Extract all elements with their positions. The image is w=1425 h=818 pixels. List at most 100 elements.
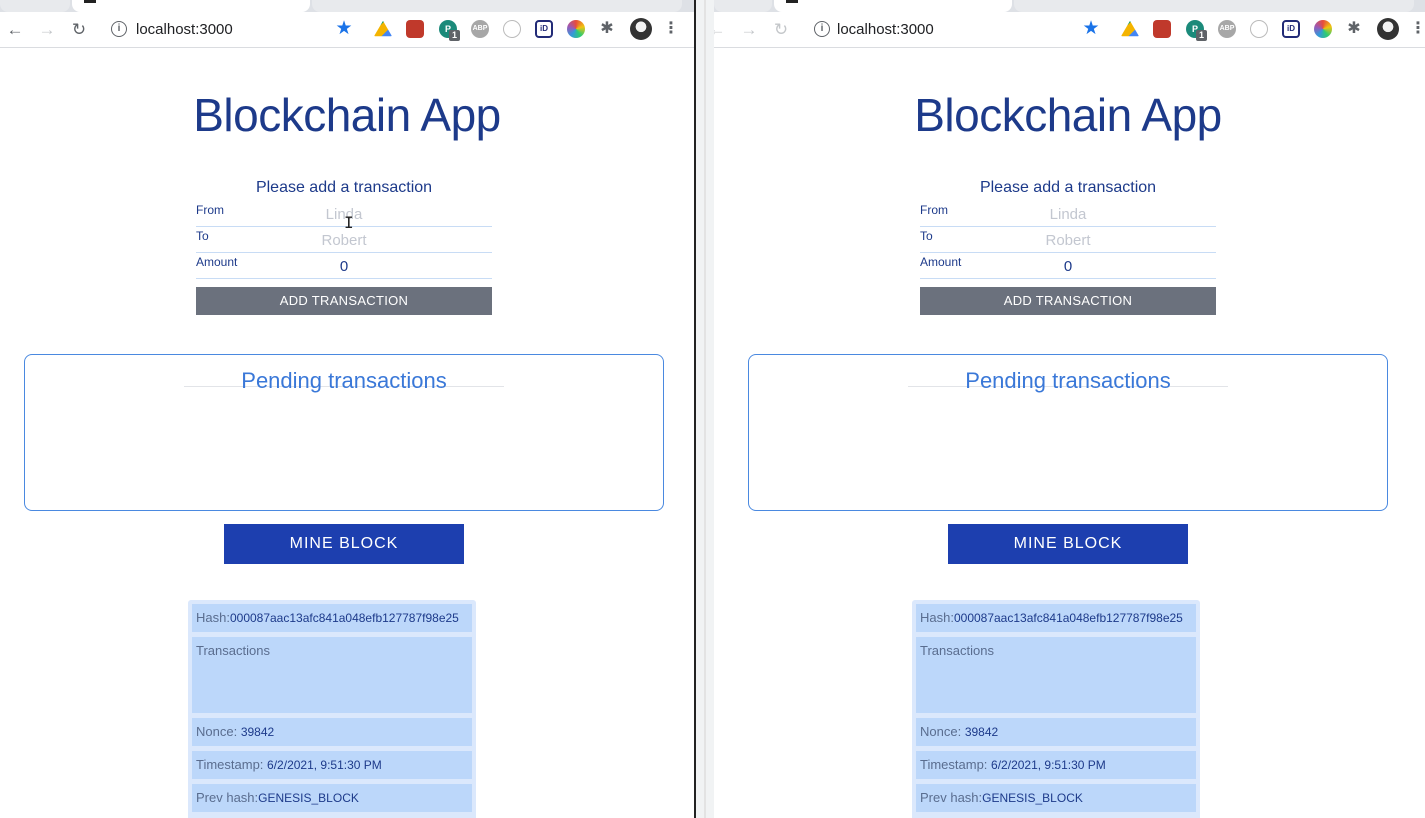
color-wheel-icon[interactable] <box>1314 20 1332 38</box>
prev-hash-row: Prev hash:GENESIS_BLOCK <box>192 784 472 812</box>
nonce-value: 39842 <box>240 725 275 739</box>
mine-block-button[interactable]: MINE BLOCK <box>224 524 464 564</box>
tab-strip <box>0 0 694 12</box>
tab-favicon-icon <box>786 0 798 3</box>
amount-input[interactable]: 0 <box>920 258 1216 275</box>
amount-input[interactable]: 0 <box>196 258 492 275</box>
tab-inactive[interactable] <box>1014 0 1414 12</box>
id-extension-icon[interactable]: iD <box>535 20 553 38</box>
to-field[interactable]: To Robert <box>920 227 1216 253</box>
id-extension-icon[interactable]: iD <box>1282 20 1300 38</box>
prev-hash-label: Prev hash: <box>196 790 259 805</box>
google-drive-icon[interactable] <box>374 20 392 37</box>
form-heading: Please add a transaction <box>255 179 433 196</box>
address-bar[interactable]: localhost:3000 <box>136 21 233 38</box>
nonce-label: Nonce: <box>920 724 962 739</box>
google-drive-icon[interactable] <box>1121 20 1139 37</box>
app-page: Blockchain App Please add a transaction … <box>0 48 694 818</box>
site-info-icon[interactable]: i <box>814 21 830 37</box>
amount-field[interactable]: Amount 0 <box>196 253 492 279</box>
screen: ← → ↻ i localhost:3000 ★ P 1 ABP iD ✱ ⋮ Blockc… <box>0 0 1425 818</box>
kebab-menu-icon[interactable]: ⋮ <box>663 20 679 38</box>
avatar-icon[interactable] <box>630 18 652 40</box>
hash-value: 000087aac13afc841a048efb127787f98e25 <box>953 611 1183 625</box>
to-input[interactable]: Robert <box>196 232 492 249</box>
hash-row: Hash:000087aac13afc841a048efb127787f98e2… <box>192 604 472 632</box>
browser-window-right: ← → ↻ i localhost:3000 ★ P 1 ABP iD ✱ ⋮ Blockc… <box>714 0 1425 818</box>
transaction-form: Please add a transaction From Linda To R… <box>908 179 1228 387</box>
app-title: Blockchain App <box>914 89 1222 141</box>
text-cursor-icon: I <box>344 213 354 232</box>
adblock-icon[interactable]: ABP <box>1218 20 1236 38</box>
pending-transactions-panel: Pending transactions <box>24 354 664 511</box>
prev-hash-value: GENESIS_BLOCK <box>258 791 359 805</box>
avatar-icon[interactable] <box>1377 18 1399 40</box>
hash-row: Hash:000087aac13afc841a048efb127787f98e2… <box>916 604 1196 632</box>
pending-transactions-title: Pending transactions <box>965 368 1171 393</box>
bookmark-star-icon[interactable]: ★ <box>1082 19 1100 38</box>
nonce-row: Nonce: 39842 <box>916 718 1196 746</box>
puzzle-icon[interactable]: ✱ <box>1345 20 1363 38</box>
transaction-form: Please add a transaction From Linda To R… <box>184 179 504 387</box>
mine-block-button[interactable]: MINE BLOCK <box>948 524 1188 564</box>
tab-favicon-icon <box>84 0 96 3</box>
green-extension-icon[interactable]: P1 <box>1186 20 1208 41</box>
hash-value: 000087aac13afc841a048efb127787f98e25 <box>229 611 459 625</box>
add-transaction-button[interactable]: ADD TRANSACTION <box>196 287 492 315</box>
circle-extension-icon[interactable] <box>1250 20 1268 38</box>
circle-extension-icon[interactable] <box>503 20 521 38</box>
extension-badge: 1 <box>449 30 461 41</box>
browser-toolbar: ← → ↻ i localhost:3000 ★ P 1 ABP iD ✱ ⋮ <box>0 12 694 48</box>
block-card: Hash:000087aac13afc841a048efb127787f98e2… <box>912 600 1200 818</box>
transactions-row: Transactions <box>916 637 1196 713</box>
extension-badge: 1 <box>1196 30 1208 41</box>
address-bar[interactable]: localhost:3000 <box>837 21 934 38</box>
nonce-row: Nonce: 39842 <box>192 718 472 746</box>
timestamp-row: Timestamp: 6/2/2021, 9:51:30 PM <box>192 751 472 779</box>
tab-active[interactable] <box>72 0 310 12</box>
nonce-value: 39842 <box>964 725 999 739</box>
to-input[interactable]: Robert <box>920 232 1216 249</box>
app-title: Blockchain App <box>193 89 501 141</box>
from-field[interactable]: From Linda <box>920 201 1216 227</box>
gutter-stripe <box>704 0 706 818</box>
from-input[interactable]: Linda <box>920 206 1216 223</box>
green-extension-icon[interactable]: P1 <box>439 20 461 41</box>
prev-hash-value: GENESIS_BLOCK <box>982 791 1083 805</box>
tab-inactive[interactable] <box>0 0 70 12</box>
block-card: Hash:000087aac13afc841a048efb127787f98e2… <box>188 600 476 818</box>
color-wheel-icon[interactable] <box>567 20 585 38</box>
hash-label: Hash: <box>920 610 954 625</box>
amount-field[interactable]: Amount 0 <box>920 253 1216 279</box>
transactions-row: Transactions <box>192 637 472 713</box>
site-info-icon[interactable]: i <box>111 21 127 37</box>
tab-strip <box>714 0 1425 12</box>
reload-icon[interactable]: ↻ <box>770 19 792 41</box>
prev-hash-label: Prev hash: <box>920 790 983 805</box>
tab-inactive[interactable] <box>312 0 682 12</box>
browser-toolbar: ← → ↻ i localhost:3000 ★ P 1 ABP iD ✱ ⋮ <box>714 12 1425 48</box>
timestamp-label: Timestamp: <box>920 757 988 772</box>
tab-inactive[interactable] <box>714 0 772 12</box>
adblock-icon[interactable]: ABP <box>471 20 489 38</box>
reload-icon[interactable]: ↻ <box>68 19 90 41</box>
nonce-label: Nonce: <box>196 724 238 739</box>
forward-icon[interactable]: → <box>738 19 760 41</box>
tab-active[interactable] <box>774 0 1012 12</box>
forward-icon[interactable]: → <box>36 19 58 41</box>
browser-window-left: ← → ↻ i localhost:3000 ★ P 1 ABP iD ✱ ⋮ Blockc… <box>0 0 694 818</box>
kebab-menu-icon[interactable]: ⋮ <box>1410 20 1425 38</box>
transactions-label: Transactions <box>196 643 270 658</box>
pending-transactions-title: Pending transactions <box>241 368 447 393</box>
puzzle-icon[interactable]: ✱ <box>598 20 616 38</box>
bookmark-star-icon[interactable]: ★ <box>335 19 353 38</box>
red-extension-icon[interactable] <box>1153 20 1171 38</box>
add-transaction-button[interactable]: ADD TRANSACTION <box>920 287 1216 315</box>
window-gutter <box>696 0 714 818</box>
back-icon[interactable]: ← <box>714 19 728 41</box>
back-icon[interactable]: ← <box>4 19 26 41</box>
red-extension-icon[interactable] <box>406 20 424 38</box>
form-heading: Please add a transaction <box>979 179 1157 196</box>
timestamp-value: 6/2/2021, 9:51:30 PM <box>267 758 382 772</box>
pending-transactions-panel: Pending transactions <box>748 354 1388 511</box>
